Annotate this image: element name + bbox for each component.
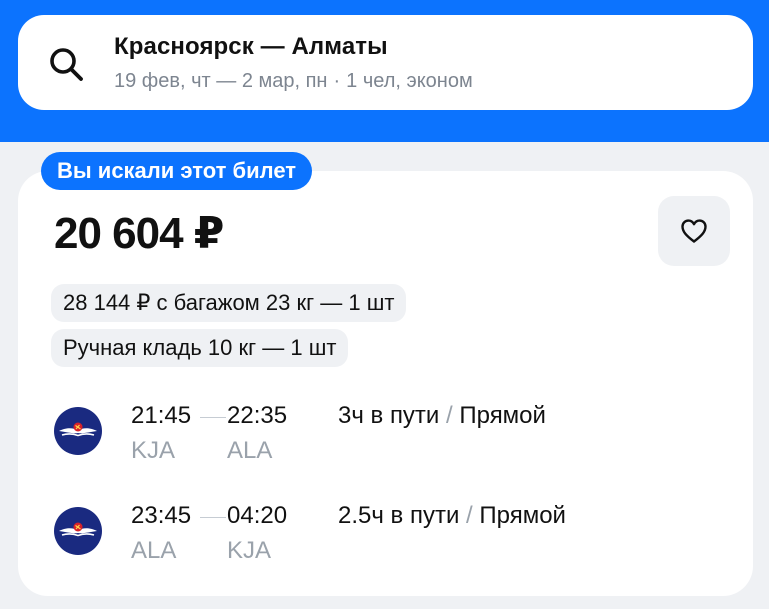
time-dash <box>200 517 226 518</box>
baggage-option[interactable]: 28 144 ₽ с багажом 23 кг — 1 шт <box>51 284 407 322</box>
departure-time: 21:45 <box>131 402 192 429</box>
search-icon[interactable] <box>47 45 87 85</box>
departure-airport: ALA <box>131 537 177 564</box>
duration: 3ч в пути <box>338 402 440 429</box>
search-summary[interactable]: Красноярск — Алматы 19 фев, чт — 2 мар, … <box>18 15 753 110</box>
arrival-time: 22:35 <box>227 402 288 429</box>
flight-type: Прямой <box>459 402 546 429</box>
departure-airport: KJA <box>131 437 176 464</box>
passengers: 1 чел, эконом <box>346 70 473 92</box>
airline-logo <box>54 507 102 555</box>
dates: 19 фев, чт — 2 мар, пн <box>114 70 328 92</box>
slash: / <box>446 402 453 429</box>
airline-logo <box>54 407 102 455</box>
flight-type: Прямой <box>479 502 566 529</box>
separator: · <box>333 70 341 92</box>
arrival-time: 04:20 <box>227 502 288 529</box>
search-details: 19 фев, чт — 2 мар, пн · 1 чел, эконом <box>114 70 473 93</box>
departure-time: 23:45 <box>131 502 192 529</box>
arrival-airport: KJA <box>227 537 272 564</box>
segment-duration: 2.5ч в пути / Прямой <box>338 502 566 530</box>
time-dash <box>200 417 226 418</box>
arrival-airport: ALA <box>227 437 273 464</box>
duration: 2.5ч в пути <box>338 502 460 529</box>
searched-badge: Вы искали этот билет <box>41 152 313 190</box>
route-title: Красноярск — Алматы <box>114 33 388 60</box>
ticket-price: 20 604 ₽ <box>54 209 224 258</box>
slash: / <box>466 502 473 529</box>
favorite-button[interactable] <box>658 196 730 266</box>
segment-duration: 3ч в пути / Прямой <box>338 402 546 430</box>
heart-icon <box>681 219 707 243</box>
hand-luggage-info: Ручная кладь 10 кг — 1 шт <box>51 329 349 367</box>
